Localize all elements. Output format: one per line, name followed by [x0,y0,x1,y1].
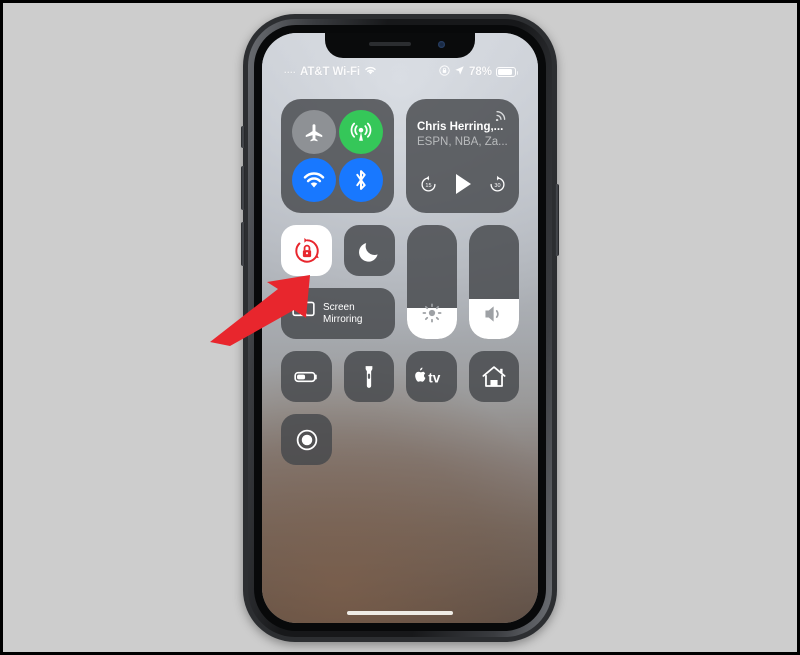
cellular-icon [350,122,372,141]
skip-forward-30-button[interactable]: 30 [488,175,507,199]
rotation-lock-icon [294,237,319,263]
location-arrow-icon [454,65,465,79]
volume-down-button[interactable] [241,222,245,266]
flashlight-icon [365,365,373,388]
screen-mirroring-icon [292,301,315,326]
home-indicator [347,611,453,615]
svg-text:tv: tv [429,370,442,385]
home-button[interactable] [468,351,519,402]
volume-up-button[interactable] [241,166,245,210]
flashlight-button[interactable] [343,351,394,402]
status-bar-left: .... AT&T Wi-Fi [284,65,377,79]
screen-recording-button[interactable] [281,414,332,465]
control-center-left-column: Screen Mirroring [281,225,395,339]
bluetooth-button[interactable] [339,158,384,202]
carrier-label: AT&T Wi-Fi [300,66,361,78]
control-center-row-1: Chris Herring,... ESPN, NBA, Za... 15 30 [281,99,519,213]
low-power-mode-button[interactable] [281,351,332,402]
side-power-button[interactable] [555,184,559,256]
apple-tv-icon: tv [415,367,442,385]
skip-back-15-button[interactable]: 15 [419,175,438,199]
play-icon [456,174,471,194]
earpiece-speaker [369,42,411,46]
battery-icon [496,67,519,77]
wifi-icon [303,171,325,188]
do-not-disturb-button[interactable] [344,225,395,276]
screen-recording-icon [296,429,317,450]
screen-mirroring-label-line2: Mirroring [323,313,363,325]
signal-strength-dots: .... [284,65,297,75]
cellular-data-button[interactable] [339,110,384,154]
control-center: Chris Herring,... ESPN, NBA, Za... 15 30… [281,99,519,477]
rotation-lock-button[interactable] [281,225,332,276]
battery-fill [498,69,513,75]
volume-slider[interactable] [469,225,519,339]
battery-percent-label: 78% [468,66,492,78]
screen-mirroring-label: Screen Mirroring [323,302,362,326]
status-bar-right: 78% [439,65,519,79]
now-playing-subtitle: ESPN, NBA, Za... [417,136,508,148]
toggle-row [281,225,395,276]
notch [325,33,475,58]
connectivity-module[interactable] [281,99,394,213]
airplane-mode-button[interactable] [291,110,336,154]
screen-mirroring-label-line1: Screen [323,301,355,313]
screen-mirroring-button[interactable]: Screen Mirroring [281,288,395,339]
control-center-row-2: Screen Mirroring [281,225,519,339]
control-center-row-4 [281,414,519,465]
control-center-row-3: tv [281,351,519,402]
apple-tv-remote-button[interactable]: tv [406,351,457,402]
home-icon [482,365,506,387]
brightness-slider[interactable] [407,225,457,339]
brightness-icon [421,302,443,329]
airplay-audio-icon[interactable] [495,107,509,126]
svg-text:30: 30 [494,183,500,189]
battery-icon [294,371,317,382]
now-playing-module[interactable]: Chris Herring,... ESPN, NBA, Za... 15 30 [406,99,519,213]
status-bar: .... AT&T Wi-Fi 78% [262,63,538,81]
speaker-icon [483,304,505,329]
phone-screen: .... AT&T Wi-Fi 78% Chris Herring,... ES… [262,33,538,623]
screenshot-canvas: .... AT&T Wi-Fi 78% Chris Herring,... ES… [0,0,800,655]
now-playing-controls: 15 30 [417,172,509,203]
bluetooth-icon [356,170,366,190]
play-button[interactable] [452,172,474,201]
wifi-button[interactable] [291,158,336,202]
moon-icon [358,242,378,262]
airplane-icon [305,124,322,142]
wifi-icon [364,65,377,79]
svg-text:15: 15 [425,183,431,189]
mute-switch-button[interactable] [241,126,245,148]
front-camera-icon [438,41,445,48]
iphone-device-frame: .... AT&T Wi-Fi 78% Chris Herring,... ES… [241,14,559,642]
rotation-lock-status-icon [439,65,450,79]
